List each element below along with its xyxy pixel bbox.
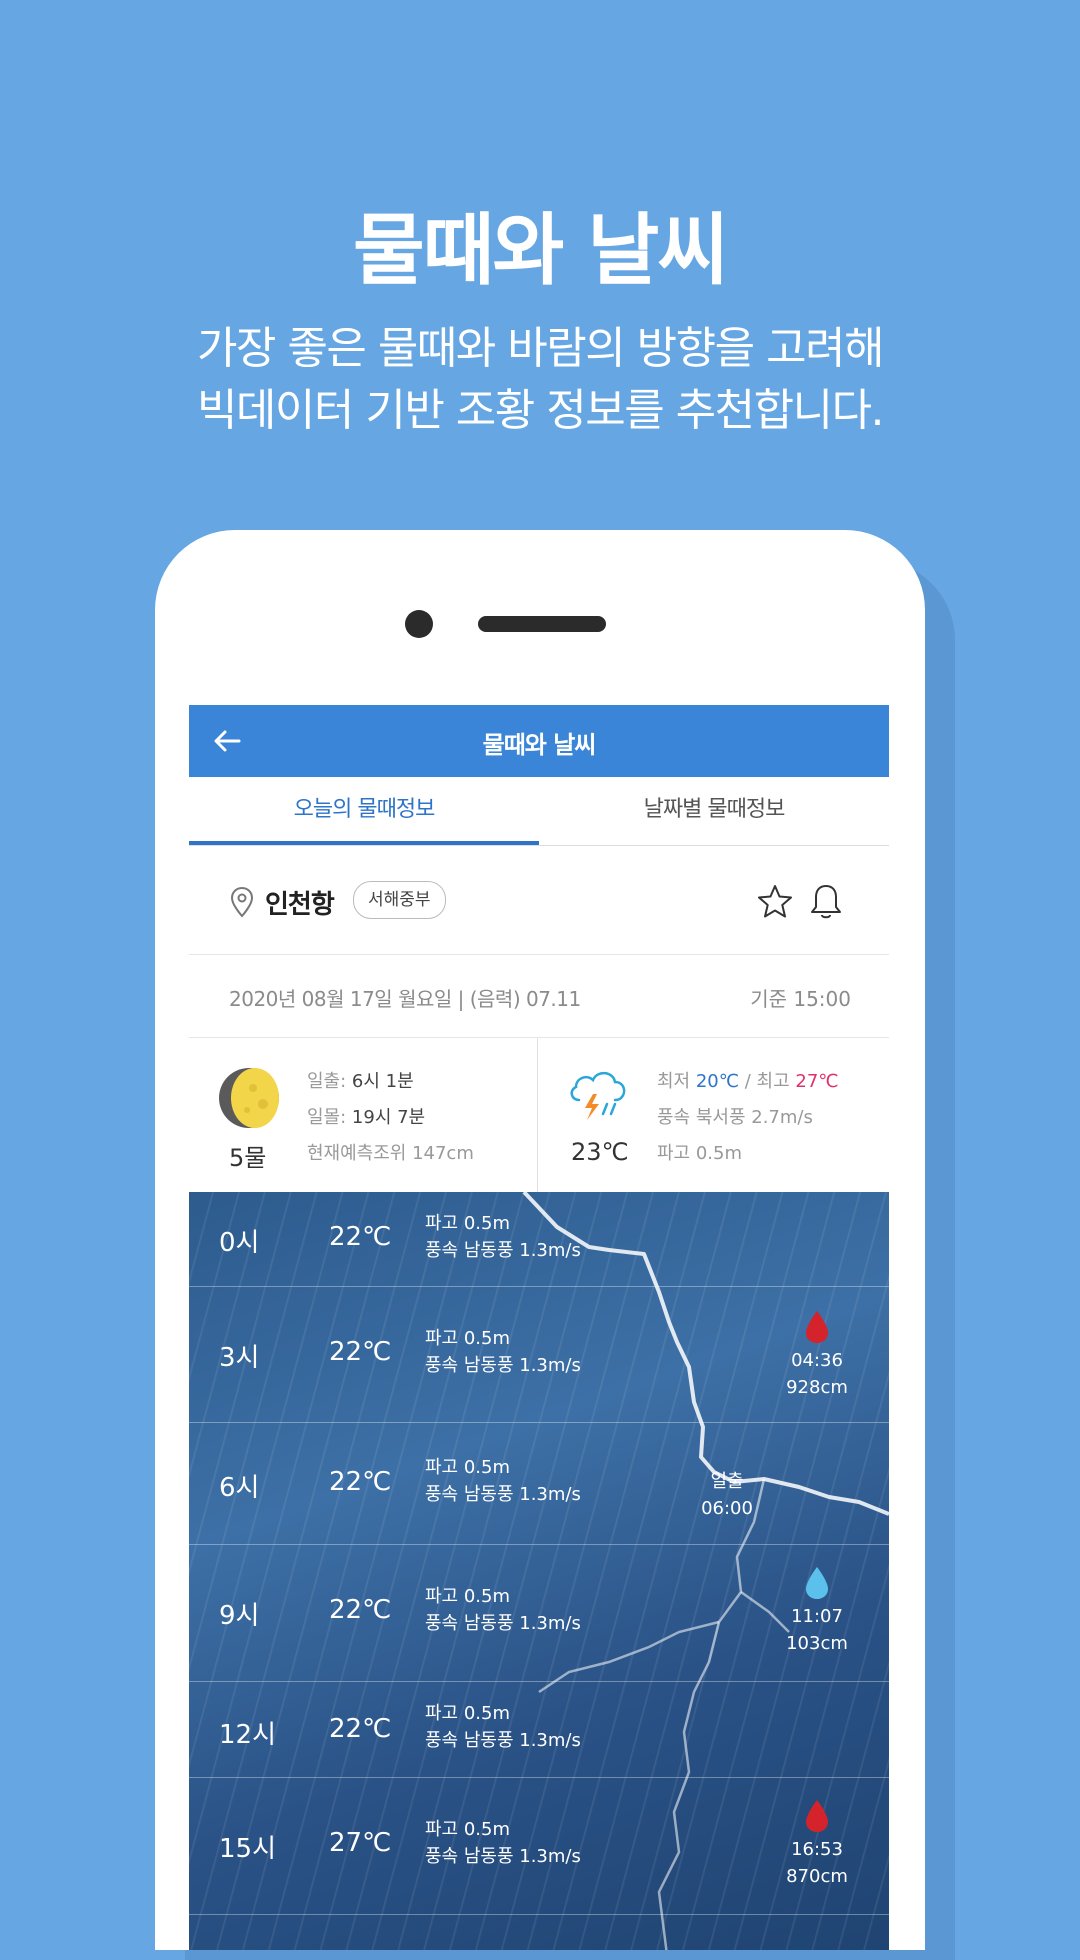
location-row: 인천항 서해중부 bbox=[189, 846, 889, 955]
tide-height: 103cm bbox=[786, 1633, 848, 1654]
hero-subtitle-line-2: 빅데이터 기반 조황 정보를 추천합니다. bbox=[196, 385, 885, 436]
sunset-label: 일몰: bbox=[307, 1107, 347, 1128]
hour-wave: 파고 0.5m bbox=[425, 1586, 511, 1607]
max-temp-label: 최고 bbox=[756, 1071, 790, 1092]
hour-wave: 파고 0.5m bbox=[425, 1703, 511, 1724]
hero-subtitle-line-1: 가장 좋은 물때와 바람의 방향을 고려해 bbox=[196, 323, 885, 374]
hour-temp: 22℃ bbox=[329, 1467, 392, 1497]
tide-prediction: 현재예측조위 147cm bbox=[307, 1143, 474, 1164]
hourly-row: 3시 22℃ 파고 0.5m 풍속 남동풍 1.3m/s 04:36 928cm bbox=[189, 1287, 889, 1423]
tide-height: 870cm bbox=[786, 1866, 848, 1887]
app-screen: 물때와 날씨 오늘의 물때정보 날짜별 물때정보 인천항 서해중부 2020년 … bbox=[189, 705, 889, 1950]
hour-details: 파고 0.5m 풍속 남동풍 1.3m/s bbox=[425, 1700, 581, 1754]
tab-today-tide[interactable]: 오늘의 물때정보 bbox=[189, 777, 539, 845]
temp-separator: / bbox=[744, 1071, 751, 1092]
hourly-row: 6시 22℃ 파고 0.5m 풍속 남동풍 1.3m/s 일출 06:00 bbox=[189, 1423, 889, 1545]
sunset-time: 19시 7분 bbox=[351, 1107, 426, 1128]
hour-time: 0시 bbox=[219, 1228, 260, 1258]
hourly-row: 0시 22℃ 파고 0.5m 풍속 남동풍 1.3m/s bbox=[189, 1192, 889, 1287]
thunderstorm-icon bbox=[570, 1071, 626, 1120]
moon-phase-icon bbox=[219, 1068, 279, 1128]
min-temp-label: 최저 bbox=[657, 1071, 691, 1092]
hourly-row: 12시 22℃ 파고 0.5m 풍속 남동풍 1.3m/s bbox=[189, 1682, 889, 1778]
date-text: 2020년 08월 17일 월요일 | (음력) 07.11 bbox=[229, 987, 581, 1011]
hourly-row: 15시 27℃ 파고 0.5m 풍속 남동풍 1.3m/s 16:53 870c… bbox=[189, 1778, 889, 1915]
sunrise-time: 6시 1분 bbox=[351, 1071, 414, 1092]
sunrise-label: 일출: bbox=[307, 1071, 347, 1092]
hour-wind: 풍속 남동풍 1.3m/s bbox=[425, 1613, 581, 1634]
speaker-icon bbox=[478, 616, 606, 632]
hour-temp: 22℃ bbox=[329, 1337, 392, 1367]
hour-temp: 22℃ bbox=[329, 1222, 392, 1252]
hero-title: 물때와 날씨 bbox=[353, 206, 729, 296]
region-badge: 서해중부 bbox=[353, 881, 446, 919]
camera-icon bbox=[405, 610, 433, 638]
high-tide-drop-icon bbox=[806, 1311, 828, 1343]
tide-level: 5물 bbox=[229, 1144, 267, 1172]
hour-time: 6시 bbox=[219, 1473, 260, 1503]
summary-panel: 5물 일출: 6시 1분 일몰: 19시 7분 현재예측조위 147cm 23℃… bbox=[189, 1038, 889, 1195]
page-title: 물때와 날씨 bbox=[482, 731, 597, 759]
tab-bar: 오늘의 물때정보 날짜별 물때정보 bbox=[189, 777, 889, 846]
hourly-row: 9시 22℃ 파고 0.5m 풍속 남동풍 1.3m/s 11:07 103cm bbox=[189, 1545, 889, 1682]
hour-temp: 22℃ bbox=[329, 1595, 392, 1625]
max-temp: 27℃ bbox=[795, 1071, 839, 1092]
hour-details: 파고 0.5m 풍속 남동풍 1.3m/s bbox=[425, 1210, 581, 1264]
star-icon[interactable] bbox=[755, 882, 795, 922]
high-tide-marker: 04:36 928cm bbox=[767, 1309, 867, 1401]
tab-date-tide[interactable]: 날짜별 물때정보 bbox=[539, 777, 889, 845]
hour-wind: 풍속 남동풍 1.3m/s bbox=[425, 1730, 581, 1751]
hour-details: 파고 0.5m 풍속 남동풍 1.3m/s bbox=[425, 1816, 581, 1870]
hour-wind: 풍속 남동풍 1.3m/s bbox=[425, 1240, 581, 1261]
sun-tide-info: 일출: 6시 1분 일몰: 19시 7분 현재예측조위 147cm bbox=[307, 1064, 474, 1172]
tide-height: 928cm bbox=[786, 1377, 848, 1398]
hero-subtitle: 가장 좋은 물때와 바람의 방향을 고려해 빅데이터 기반 조황 정보를 추천합… bbox=[0, 318, 1080, 442]
high-tide-drop-icon bbox=[806, 1800, 828, 1832]
location-name[interactable]: 인천항 bbox=[265, 884, 335, 921]
base-time: 기준 15:00 bbox=[750, 987, 851, 1011]
low-tide-marker: 11:07 103cm bbox=[767, 1565, 867, 1657]
weather-info: 최저 20℃ / 최고 27℃ 풍속 북서풍 2.7m/s 파고 0.5m bbox=[657, 1064, 839, 1172]
app-bar: 물때와 날씨 bbox=[189, 705, 889, 777]
hour-time: 9시 bbox=[219, 1601, 260, 1631]
hour-temp: 27℃ bbox=[329, 1828, 392, 1858]
sunrise-marker: 일출 06:00 bbox=[677, 1468, 777, 1522]
tide-time: 16:53 bbox=[791, 1839, 843, 1860]
date-row: 2020년 08월 17일 월요일 | (음력) 07.11 기준 15:00 bbox=[189, 955, 889, 1038]
wind-info: 풍속 북서풍 2.7m/s bbox=[657, 1107, 813, 1128]
divider bbox=[537, 1038, 538, 1194]
hour-wind: 풍속 남동풍 1.3m/s bbox=[425, 1846, 581, 1867]
hour-wave: 파고 0.5m bbox=[425, 1328, 511, 1349]
tide-time: 04:36 bbox=[791, 1350, 843, 1371]
hour-details: 파고 0.5m 풍속 남동풍 1.3m/s bbox=[425, 1454, 581, 1508]
sunrise-time: 06:00 bbox=[701, 1498, 753, 1519]
hour-details: 파고 0.5m 풍속 남동풍 1.3m/s bbox=[425, 1325, 581, 1379]
tide-time: 11:07 bbox=[791, 1606, 843, 1627]
hour-wave: 파고 0.5m bbox=[425, 1819, 511, 1840]
hour-time: 12시 bbox=[219, 1720, 277, 1750]
high-tide-marker: 16:53 870cm bbox=[767, 1798, 867, 1890]
bell-icon[interactable] bbox=[807, 882, 845, 922]
hour-temp: 22℃ bbox=[329, 1714, 392, 1744]
wave-info: 파고 0.5m bbox=[657, 1143, 743, 1164]
hour-wave: 파고 0.5m bbox=[425, 1457, 511, 1478]
hour-time: 15시 bbox=[219, 1834, 277, 1864]
low-tide-drop-icon bbox=[806, 1567, 828, 1599]
current-temp: 23℃ bbox=[571, 1138, 629, 1166]
hour-wind: 풍속 남동풍 1.3m/s bbox=[425, 1355, 581, 1376]
hour-time: 3시 bbox=[219, 1343, 260, 1373]
hourly-forecast[interactable]: 0시 22℃ 파고 0.5m 풍속 남동풍 1.3m/s 3시 22℃ 파고 0… bbox=[189, 1192, 889, 1950]
sunrise-label: 일출 bbox=[710, 1471, 744, 1492]
hour-wave: 파고 0.5m bbox=[425, 1213, 511, 1234]
phone-frame: 물때와 날씨 오늘의 물때정보 날짜별 물때정보 인천항 서해중부 2020년 … bbox=[155, 530, 925, 1950]
hour-details: 파고 0.5m 풍속 남동풍 1.3m/s bbox=[425, 1583, 581, 1637]
location-pin-icon bbox=[230, 886, 254, 918]
hour-wind: 풍속 남동풍 1.3m/s bbox=[425, 1484, 581, 1505]
min-temp: 20℃ bbox=[695, 1071, 739, 1092]
